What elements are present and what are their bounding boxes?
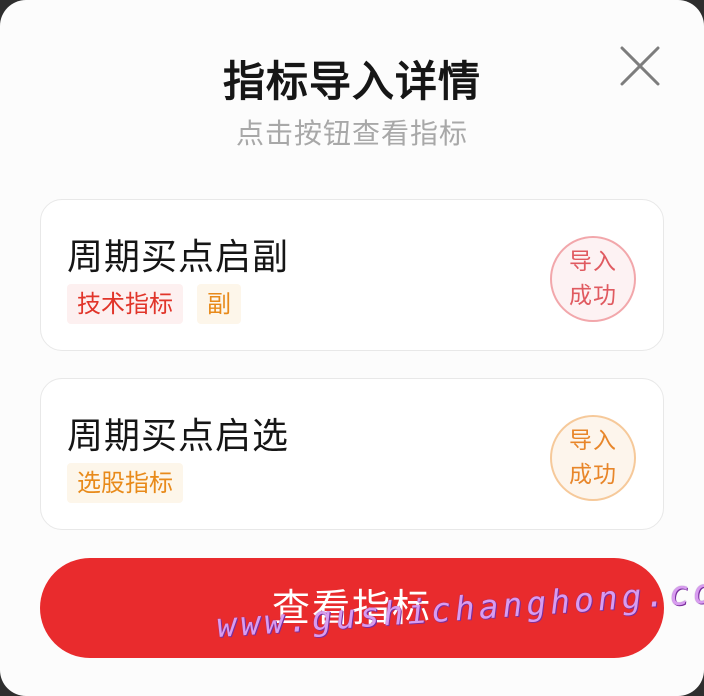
tag-technical-indicator: 技术指标 [67,284,183,324]
indicator-tags: 技术指标 副 [67,284,241,324]
close-icon[interactable] [614,40,666,92]
dialog-subtitle: 点击按钮查看指标 [235,117,468,150]
stamp-line-1: 导入 [569,249,617,275]
tag-sub-chart: 副 [197,284,241,324]
import-success-stamp: 导入 成功 [550,236,636,322]
dialog-title: 指标导入详情 [222,57,481,106]
indicator-name: 周期买点启副 [67,237,290,278]
stamp-line-2: 成功 [569,283,617,309]
indicator-card: 周期买点启选 选股指标 导入 成功 [40,378,664,530]
import-success-stamp: 导入 成功 [550,415,636,501]
stamp-line-2: 成功 [569,462,617,488]
stamp-line-1: 导入 [569,428,617,454]
tag-stock-selection-indicator: 选股指标 [67,463,183,503]
view-indicators-button[interactable]: 查看指标 [40,558,664,658]
import-details-dialog: 指标导入详情 点击按钮查看指标 周期买点启副 技术指标 副 导入 成功 周期买点… [0,0,704,696]
indicator-card: 周期买点启副 技术指标 副 导入 成功 [40,199,664,351]
indicator-name: 周期买点启选 [67,416,290,457]
indicator-tags: 选股指标 [67,463,183,503]
